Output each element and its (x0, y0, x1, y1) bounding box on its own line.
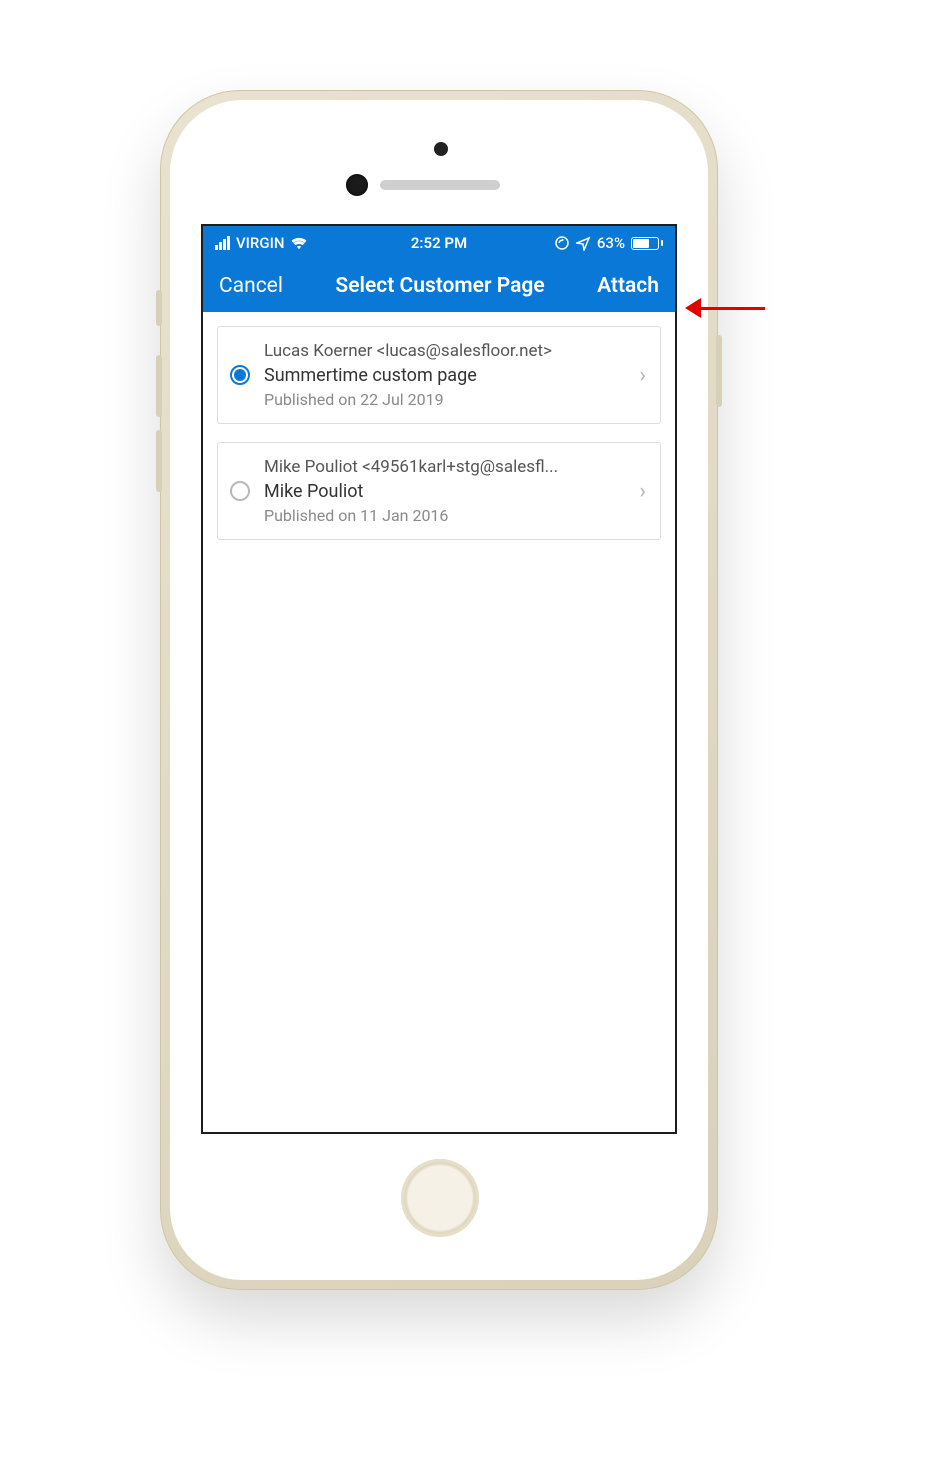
earpiece-speaker (380, 180, 500, 190)
item-page-name: Summertime custom page (264, 365, 631, 386)
item-customer: Mike Pouliot <49561karl+stg@salesfl... (264, 457, 631, 477)
nav-title: Select Customer Page (335, 274, 544, 298)
wifi-icon (290, 236, 308, 250)
chevron-right-icon: › (639, 479, 646, 504)
item-published: Published on 11 Jan 2016 (264, 506, 631, 525)
item-customer: Lucas Koerner <lucas@salesfloor.net> (264, 341, 631, 361)
home-button[interactable] (401, 1159, 479, 1237)
battery-icon (631, 237, 663, 250)
volume-up-button (156, 355, 162, 417)
status-time: 2:52 PM (411, 234, 467, 252)
volume-down-button (156, 430, 162, 492)
customer-page-item[interactable]: Lucas Koerner <lucas@salesfloor.net> Sum… (217, 326, 661, 424)
mute-switch (156, 290, 162, 326)
attach-button[interactable]: Attach (597, 274, 659, 298)
rotation-lock-icon (554, 235, 570, 251)
app-screen: VIRGIN 2:52 PM 63% (201, 224, 677, 1134)
radio-selected-icon[interactable] (230, 365, 250, 385)
customer-page-item[interactable]: Mike Pouliot <49561karl+stg@salesfl... M… (217, 442, 661, 540)
front-camera (346, 174, 368, 196)
carrier-label: VIRGIN (236, 234, 284, 252)
annotation-arrow (685, 298, 765, 318)
nav-bar: Cancel Select Customer Page Attach (203, 260, 675, 312)
cancel-button[interactable]: Cancel (219, 274, 283, 298)
location-icon (576, 236, 591, 251)
proximity-sensor (434, 142, 448, 156)
status-bar: VIRGIN 2:52 PM 63% (203, 226, 675, 260)
radio-unselected-icon[interactable] (230, 481, 250, 501)
battery-pct: 63% (597, 234, 625, 252)
signal-bars-icon (215, 236, 230, 250)
item-published: Published on 22 Jul 2019 (264, 390, 631, 409)
chevron-right-icon: › (639, 363, 646, 388)
page-list: Lucas Koerner <lucas@salesfloor.net> Sum… (203, 312, 675, 572)
power-button (716, 335, 722, 407)
item-page-name: Mike Pouliot (264, 481, 631, 502)
header-area: VIRGIN 2:52 PM 63% (203, 226, 675, 312)
